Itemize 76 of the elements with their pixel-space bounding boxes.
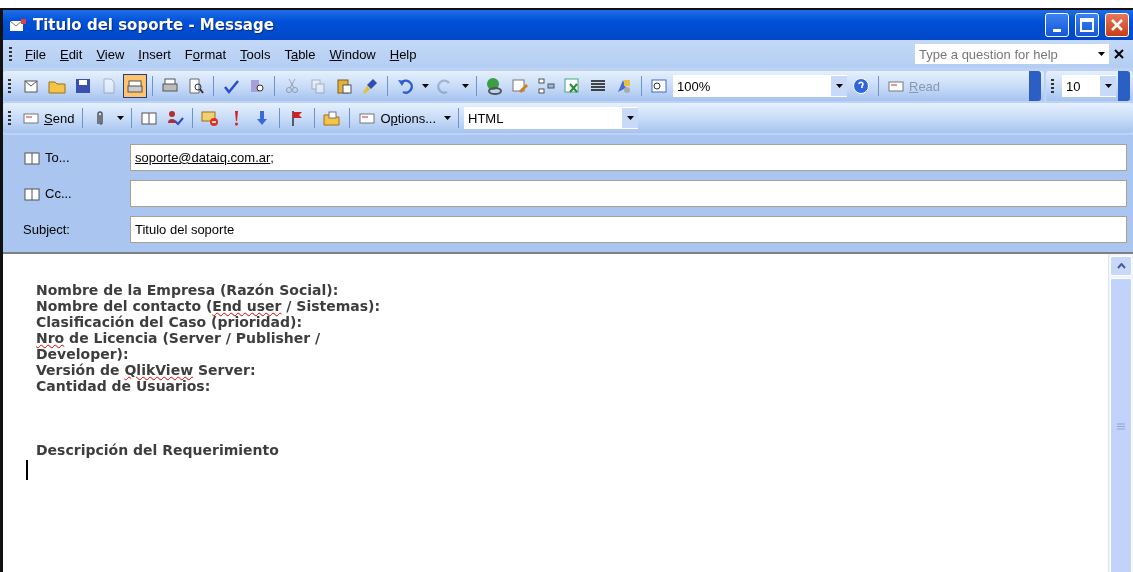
print-icon xyxy=(161,77,179,95)
copy-icon xyxy=(309,77,327,95)
body-text-line: Cantidad de Usuarios: xyxy=(36,378,212,394)
close-icon[interactable] xyxy=(1113,48,1125,60)
new-mail-icon xyxy=(22,77,40,95)
dropdown-caret-icon xyxy=(421,84,429,88)
dropdown-caret-icon xyxy=(1097,52,1105,56)
print-preview-icon xyxy=(187,77,205,95)
body-text-line: Versión de QlikView Server: xyxy=(36,362,257,378)
recipient-field[interactable]: soporte@dataiq.com.ar; xyxy=(130,144,1127,171)
fax-button[interactable] xyxy=(123,74,147,98)
body-text-line: Nombre del contacto (End user / Sistemas): xyxy=(36,298,382,314)
dropdown-field[interactable]: 100% xyxy=(673,75,847,97)
hyperlink-icon xyxy=(485,77,503,95)
toolbar-button[interactable]: Options... xyxy=(355,109,440,127)
paperclip-icon xyxy=(97,111,104,125)
scroll-up-button[interactable] xyxy=(1110,256,1132,276)
help-icon xyxy=(852,77,870,95)
table-pencil-icon xyxy=(511,77,529,95)
menu-item[interactable]: Table xyxy=(277,44,323,64)
menu-item[interactable]: Help xyxy=(382,44,424,64)
scroll-thumb[interactable] xyxy=(1110,278,1132,572)
open-folder-icon xyxy=(323,109,342,127)
undo-icon xyxy=(396,77,414,95)
dropdown-caret-icon xyxy=(1104,84,1112,88)
subject-field[interactable]: Titulo del soporte xyxy=(130,216,1127,243)
envelope-icon xyxy=(9,16,27,34)
minimize-button[interactable] xyxy=(1045,13,1069,37)
address-button[interactable]: Cc... xyxy=(23,184,130,203)
address-book-icon xyxy=(140,109,159,127)
document-icon xyxy=(100,77,118,95)
menu-item[interactable]: Insert xyxy=(131,44,178,64)
dropdown-field[interactable]: HTML xyxy=(464,107,639,129)
grip-icon xyxy=(1117,422,1125,430)
address-button[interactable]: To... xyxy=(23,148,130,167)
body-text-line: Clasificación del Caso (prioridad): xyxy=(36,314,303,330)
exclamation-icon xyxy=(234,110,238,126)
fax-icon xyxy=(126,77,144,95)
body-text-line: Nombre de la Empresa (Razón Social): xyxy=(36,282,340,298)
mail-block-icon xyxy=(201,109,220,127)
dropdown-caret-icon xyxy=(443,116,451,120)
menu-item[interactable]: Format xyxy=(177,44,234,64)
help-search-field[interactable]: Type a question for help xyxy=(915,44,1093,64)
field-label: Subject: xyxy=(23,222,71,237)
document-map-icon xyxy=(650,77,668,95)
dropdown-caret-icon xyxy=(626,116,634,120)
dropdown-caret-icon xyxy=(461,84,469,88)
menu-item[interactable]: File xyxy=(18,44,53,64)
menu-item[interactable]: View xyxy=(89,44,132,64)
maximize-button[interactable] xyxy=(1075,13,1099,37)
close-button[interactable] xyxy=(1105,13,1129,37)
close-icon xyxy=(1110,18,1124,32)
dropdown-caret-icon xyxy=(116,116,124,120)
cut-icon xyxy=(283,77,301,95)
paste-icon xyxy=(335,77,353,95)
format-painter-icon xyxy=(361,77,379,95)
body-text-line: Nro de Licencia (Server / Publisher / Developer): xyxy=(36,330,322,362)
columns-icon xyxy=(537,77,555,95)
maximize-icon xyxy=(1080,18,1094,32)
dropdown-caret-icon xyxy=(835,84,843,88)
window-title: Titulo del soporte - Message xyxy=(33,16,275,34)
minimize-icon xyxy=(1053,28,1061,32)
recipient-field[interactable] xyxy=(130,180,1127,207)
menu-item[interactable]: Window xyxy=(322,44,383,64)
save-icon xyxy=(74,77,92,95)
research-icon xyxy=(248,77,266,95)
scrollbar[interactable] xyxy=(1108,254,1133,572)
send-button[interactable]: Send xyxy=(19,109,78,127)
menu-item[interactable]: Tools xyxy=(233,44,278,64)
body-text-line: Descripción del Requerimiento xyxy=(36,442,280,458)
check-names-icon xyxy=(166,109,185,127)
font-size-field[interactable]: 10 xyxy=(1062,75,1116,97)
spreadsheet-icon xyxy=(563,77,581,95)
drawing-icon xyxy=(615,77,633,95)
text-cursor xyxy=(26,460,28,480)
menu-item[interactable]: Edit xyxy=(52,44,90,64)
